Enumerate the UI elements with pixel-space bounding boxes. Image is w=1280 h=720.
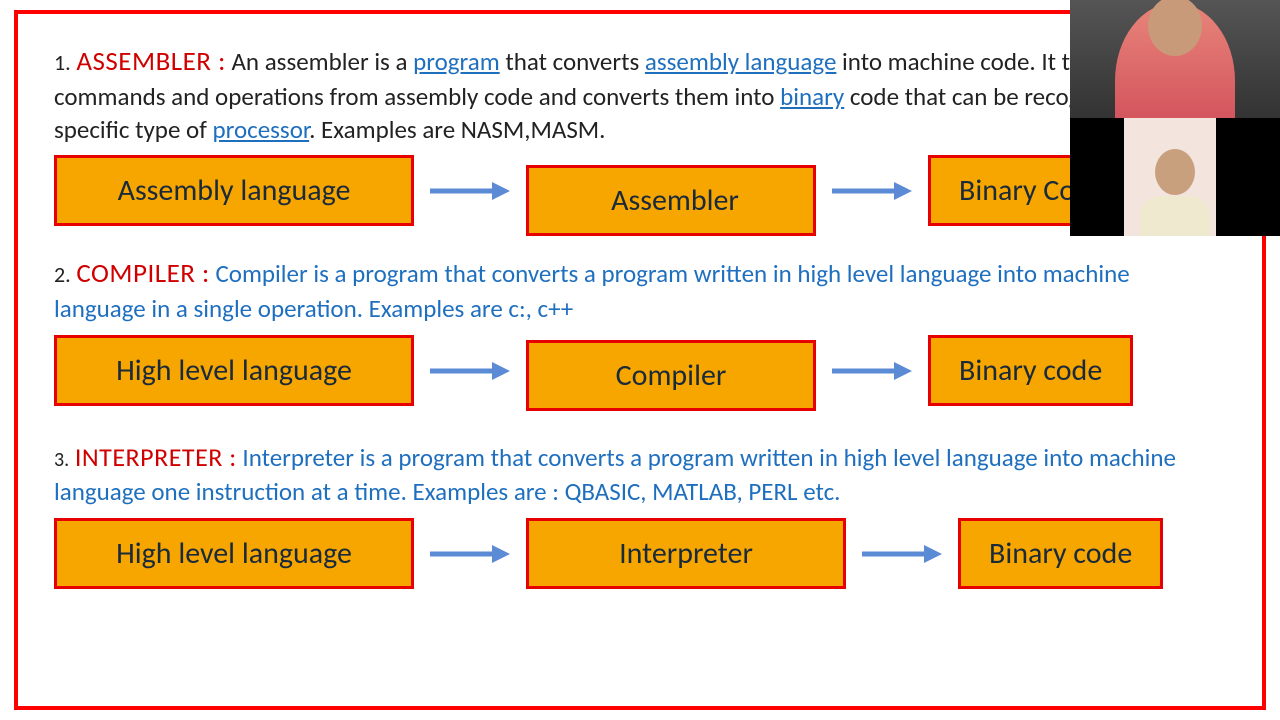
flow-box-assembler: Assembler	[526, 165, 816, 236]
arrow-icon	[832, 356, 912, 386]
arrow-icon	[430, 356, 510, 386]
flow-box-compiler: Compiler	[526, 340, 816, 411]
text: that converts	[500, 46, 645, 77]
compiler-paragraph: 2. COMPILER : Compiler is a program that…	[54, 256, 1226, 326]
compiler-flow: High level language Compiler Binary code	[54, 332, 1226, 410]
arrow-icon	[862, 539, 942, 569]
text: . Examples are NASM,MASM.	[309, 114, 605, 145]
assembler-heading: ASSEMBLER :	[76, 45, 225, 78]
link-program[interactable]: program	[413, 46, 500, 77]
participant-video-2[interactable]	[1070, 118, 1280, 236]
link-processor[interactable]: processor	[213, 114, 310, 145]
flow-box-assembly-language: Assembly language	[54, 155, 414, 226]
link-assembly-language[interactable]: assembly language	[645, 46, 837, 77]
link-binary[interactable]: binary	[780, 81, 844, 112]
interpreter-flow: High level language Interpreter Binary c…	[54, 515, 1226, 593]
person-head-icon	[1155, 149, 1195, 195]
section-number: 2.	[54, 261, 71, 288]
interpreter-paragraph: 3. INTERPRETER : Interpreter is a progra…	[54, 440, 1226, 509]
interpreter-heading: INTERPRETER :	[75, 441, 237, 473]
arrow-icon	[832, 176, 912, 206]
arrow-icon	[430, 539, 510, 569]
flow-box-high-level-language: High level language	[54, 335, 414, 406]
text: An assembler is a	[231, 46, 413, 77]
participant-video-1[interactable]	[1070, 0, 1280, 118]
section-number: 3.	[54, 448, 69, 472]
compiler-heading: COMPILER :	[76, 257, 209, 290]
text: Compiler is a program that converts a pr…	[54, 258, 1130, 324]
assembler-flow: Assembly language Assembler Binary Code	[54, 152, 1226, 230]
arrow-icon	[430, 176, 510, 206]
flow-box-binary-code: Binary code	[958, 518, 1163, 589]
flow-box-binary-code: Binary code	[928, 335, 1133, 406]
person-body-icon	[1140, 196, 1210, 236]
assembler-paragraph: 1. ASSEMBLER : An assembler is a program…	[54, 44, 1226, 146]
flow-box-high-level-language: High level language	[54, 518, 414, 589]
section-number: 1.	[54, 49, 71, 76]
flow-box-interpreter: Interpreter	[526, 518, 846, 589]
video-thumbnails	[1070, 0, 1280, 236]
